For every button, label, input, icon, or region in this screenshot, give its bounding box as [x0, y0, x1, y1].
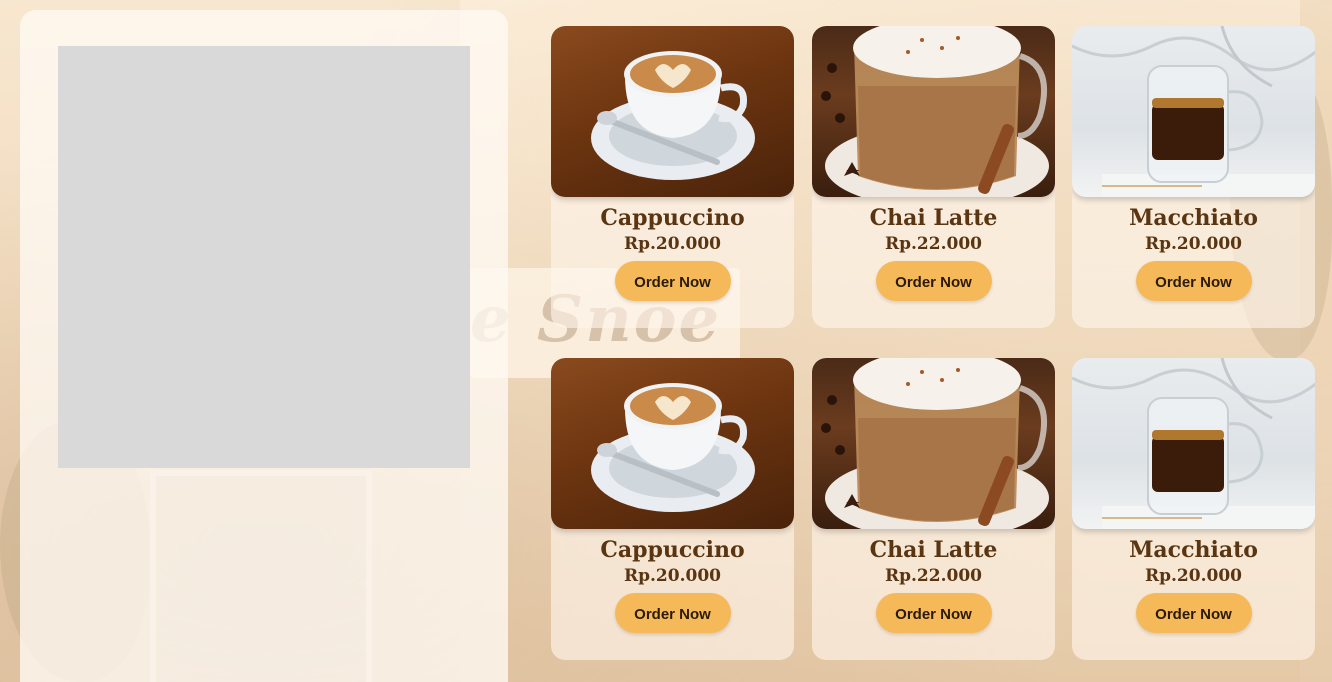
macchiato-photo [1072, 358, 1315, 529]
order-now-button[interactable]: Order Now [875, 593, 992, 633]
product-card: Macchiato Rp.20.000 Order Now [1072, 358, 1315, 660]
order-now-button[interactable]: Order Now [614, 593, 731, 633]
product-price: Rp.20.000 [1145, 234, 1242, 254]
left-panel [20, 10, 508, 682]
product-price: Rp.22.000 [885, 234, 982, 254]
product-price: Rp.20.000 [624, 234, 721, 254]
chai-latte-photo [812, 26, 1055, 197]
product-price: Rp.20.000 [1145, 566, 1242, 586]
product-price: Rp.20.000 [624, 566, 721, 586]
product-name: Chai Latte [869, 205, 998, 231]
product-card: Chai Latte Rp.22.000 Order Now [812, 358, 1055, 660]
chai-latte-image [821, 26, 1049, 197]
product-name: Chai Latte [869, 537, 998, 563]
product-card: Cappuccino Rp.20.000 Order Now [551, 26, 794, 328]
product-name: Cappuccino [600, 205, 745, 231]
order-now-button[interactable]: Order Now [875, 261, 992, 301]
product-card: Cappuccino Rp.20.000 Order Now [551, 358, 794, 660]
product-card: Chai Latte Rp.22.000 Order Now [812, 26, 1055, 328]
chai-latte-photo [812, 358, 1055, 529]
macchiato-photo [1072, 26, 1315, 197]
product-name: Macchiato [1129, 537, 1258, 563]
macchiato-image [1072, 358, 1315, 529]
order-now-button[interactable]: Order Now [1135, 261, 1252, 301]
order-now-button[interactable]: Order Now [1135, 593, 1252, 633]
cappuccino-image [591, 51, 755, 180]
product-name: Macchiato [1129, 205, 1258, 231]
cappuccino-image [591, 383, 755, 512]
product-card: Macchiato Rp.20.000 Order Now [1072, 26, 1315, 328]
product-price: Rp.22.000 [885, 566, 982, 586]
product-name: Cappuccino [600, 537, 745, 563]
macchiato-image [1072, 26, 1315, 197]
image-placeholder [58, 46, 470, 468]
cappuccino-photo [551, 358, 794, 529]
cappuccino-photo [551, 26, 794, 197]
order-now-button[interactable]: Order Now [614, 261, 731, 301]
chai-latte-image [821, 358, 1049, 529]
